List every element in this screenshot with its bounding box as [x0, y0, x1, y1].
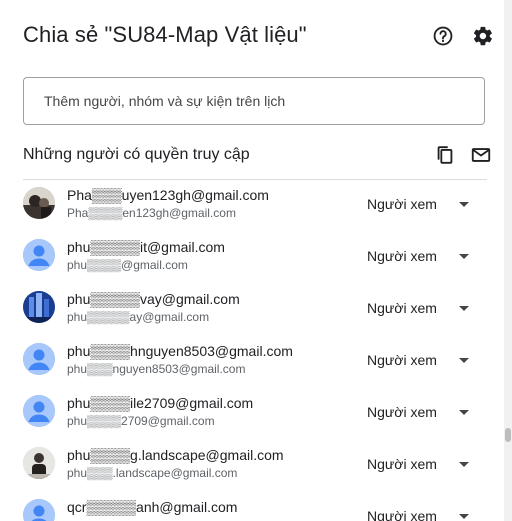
person-email: phu▒▒▒▒hnguyen8503@gmail.com: [67, 343, 293, 359]
person-row: phu▒▒▒▒hnguyen8503@gmail.com phu▒▒▒nguye…: [0, 336, 502, 388]
share-dialog: Chia sẻ "SU84-Map Vật liệu" Những người …: [0, 0, 502, 521]
access-section-title: Những người có quyền truy cập: [23, 146, 250, 163]
caret-down-icon: [458, 201, 469, 207]
dialog-title: Chia sẻ "SU84-Map Vật liệu": [23, 22, 307, 47]
role-dropdown[interactable]: Người xem: [367, 248, 469, 264]
caret-down-icon: [458, 305, 469, 311]
avatar: [23, 395, 55, 427]
person-subtitle: phu▒▒▒nguyen8503@gmail.com: [67, 362, 246, 376]
person-row: phu▒▒▒▒▒it@gmail.com phu▒▒▒▒@gmail.com N…: [0, 232, 502, 284]
person-subtitle: phu▒▒▒▒▒ay@gmail.com: [67, 310, 210, 324]
role-dropdown[interactable]: Người xem: [367, 352, 469, 368]
avatar: [23, 343, 55, 375]
avatar: [23, 291, 55, 323]
avatar: [23, 499, 55, 521]
person-email: qcr▒▒▒▒▒anh@gmail.com: [67, 499, 238, 515]
caret-down-icon: [458, 513, 469, 519]
role-label: Người xem: [367, 404, 437, 420]
person-row: phu▒▒▒▒ile2709@gmail.com phu▒▒▒▒2709@gma…: [0, 388, 502, 440]
person-row: qcr▒▒▒▒▒anh@gmail.com Người xem: [0, 492, 502, 521]
avatar: [23, 239, 55, 271]
person-email: phu▒▒▒▒ile2709@gmail.com: [67, 395, 254, 411]
gear-icon[interactable]: [472, 25, 494, 47]
role-dropdown[interactable]: Người xem: [367, 456, 469, 472]
role-dropdown[interactable]: Người xem: [367, 404, 469, 420]
person-subtitle: phu▒▒▒▒2709@gmail.com: [67, 414, 215, 428]
copy-emails-icon[interactable]: [434, 144, 456, 166]
scrollbar[interactable]: [504, 0, 512, 521]
person-row: phu▒▒▒▒g.landscape@gmail.com phu▒▒▒.land…: [0, 440, 502, 492]
person-subtitle: phu▒▒▒▒@gmail.com: [67, 258, 188, 272]
role-dropdown[interactable]: Người xem: [367, 300, 469, 316]
role-label: Người xem: [367, 508, 437, 521]
person-email: phu▒▒▒▒▒vay@gmail.com: [67, 291, 240, 307]
person-row: Pha▒▒▒uyen123gh@gmail.com Pha▒▒▒▒en123gh…: [0, 180, 502, 232]
caret-down-icon: [458, 409, 469, 415]
person-row: phu▒▒▒▒▒vay@gmail.com phu▒▒▒▒▒ay@gmail.c…: [0, 284, 502, 336]
role-dropdown[interactable]: Người xem: [367, 508, 469, 521]
caret-down-icon: [458, 253, 469, 259]
role-label: Người xem: [367, 196, 437, 212]
role-dropdown[interactable]: Người xem: [367, 196, 469, 212]
email-icon[interactable]: [470, 144, 492, 166]
person-email: Pha▒▒▒uyen123gh@gmail.com: [67, 187, 269, 203]
caret-down-icon: [458, 357, 469, 363]
person-email: phu▒▒▒▒▒it@gmail.com: [67, 239, 225, 255]
scrollbar-thumb[interactable]: [505, 428, 511, 442]
person-subtitle: Pha▒▒▒▒en123gh@gmail.com: [67, 206, 236, 220]
add-people-input[interactable]: [23, 77, 485, 125]
people-list: Pha▒▒▒uyen123gh@gmail.com Pha▒▒▒▒en123gh…: [0, 180, 502, 521]
person-email: phu▒▒▒▒g.landscape@gmail.com: [67, 447, 284, 463]
help-circle-icon[interactable]: [432, 25, 454, 47]
role-label: Người xem: [367, 248, 437, 264]
role-label: Người xem: [367, 456, 437, 472]
person-subtitle: phu▒▒▒.landscape@gmail.com: [67, 466, 238, 480]
role-label: Người xem: [367, 352, 437, 368]
avatar: [23, 187, 55, 219]
role-label: Người xem: [367, 300, 437, 316]
avatar: [23, 447, 55, 479]
caret-down-icon: [458, 461, 469, 467]
